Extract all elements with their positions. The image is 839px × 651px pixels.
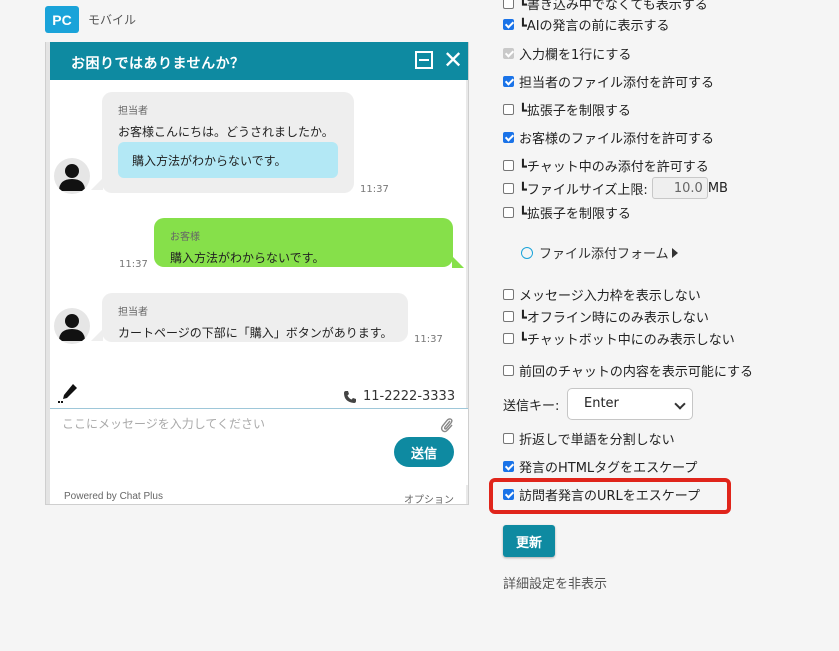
setting-label: ┗AIの発言の前に表示する: [519, 18, 670, 34]
setting-operator-ext-limit[interactable]: ┗拡張子を制限する: [503, 99, 631, 119]
setting-escape-html[interactable]: 発言のHTMLタグをエスケープ: [503, 456, 697, 476]
chat-widget-preview: お困りではありませんか？ ✕ 担当者 お客様こんにちは。どうされましたか。 購入…: [45, 42, 469, 505]
option-link[interactable]: オプション: [404, 491, 454, 504]
file-attach-form-link[interactable]: ファイル添付フォーム: [521, 243, 678, 262]
person-icon: [59, 314, 85, 341]
checkbox[interactable]: [503, 364, 514, 376]
file-size-unit: MB: [707, 180, 728, 196]
message-text: お客様こんにちは。どうされましたか。: [118, 125, 334, 139]
close-icon[interactable]: ✕: [442, 47, 464, 73]
bubble-tail: [452, 256, 464, 268]
checkbox[interactable]: [503, 0, 514, 9]
setting-show-previous-chat[interactable]: 前回のチャットの内容を表示可能にする: [503, 360, 753, 380]
operator-avatar: [54, 158, 90, 194]
send-key-select[interactable]: Enter: [567, 388, 693, 420]
setting-label: 前回のチャットの内容を表示可能にする: [519, 364, 754, 380]
setting-attach-during-chat[interactable]: ┗チャット中のみ添付を許可する: [503, 155, 709, 175]
tab-pc[interactable]: PC: [45, 6, 79, 33]
setting-label: ┗拡張子を制限する: [519, 103, 631, 119]
widget-header: お困りではありませんか？ ✕: [50, 42, 468, 80]
checkbox[interactable]: [503, 182, 514, 194]
send-key-label: 送信キー:: [503, 398, 560, 414]
setting-label: ┗オフライン時にのみ表示しない: [519, 310, 709, 326]
operator-message: 担当者 お客様こんにちは。どうされましたか。 購入方法がわからないです。: [102, 92, 354, 193]
setting-customer-ext-limit[interactable]: ┗拡張子を制限する: [503, 202, 631, 222]
setting-label: 発言のHTMLタグをエスケープ: [519, 460, 698, 476]
message-time: 11:37: [119, 259, 148, 270]
customer-message: お客様 購入方法がわからないです。: [154, 218, 453, 267]
message-sender: 担当者: [118, 106, 148, 117]
message-time: 11:37: [360, 184, 389, 195]
setting-label: 担当者のファイル添付を許可する: [519, 75, 715, 91]
setting-single-line-input: 入力欄を1行にする: [503, 43, 631, 63]
message-text: カートページの下部に「購入」ボタンがあります。: [118, 326, 393, 340]
setting-hide-chatbot[interactable]: ┗チャットボット中にのみ表示しない: [503, 328, 735, 348]
setting-hide-offline[interactable]: ┗オフライン時にのみ表示しない: [503, 306, 709, 326]
phone-number-text: 11-2222-3333: [363, 389, 456, 404]
checkbox[interactable]: [503, 18, 514, 30]
send-key-value: Enter: [584, 396, 619, 411]
hide-details-link[interactable]: 詳細設定を非表示: [503, 573, 607, 592]
setting-partial-top[interactable]: ┗書き込み中でなくても表示する: [503, 0, 708, 13]
checkbox-disabled: [503, 47, 514, 59]
setting-label: メッセージ入力枠を表示しない: [519, 288, 701, 304]
checkbox[interactable]: [503, 460, 514, 472]
setting-label: 折返しで単語を分割しない: [519, 432, 675, 448]
checkbox[interactable]: [503, 332, 514, 344]
message-time: 11:37: [414, 334, 443, 345]
message-sender: 担当者: [118, 307, 148, 318]
message-text: 購入方法がわからないです。: [170, 251, 325, 265]
setting-operator-attach[interactable]: 担当者のファイル添付を許可する: [503, 71, 714, 91]
message-input[interactable]: ここにメッセージを入力してください: [62, 415, 265, 432]
operator-message: 担当者 カートページの下部に「購入」ボタンがあります。: [102, 293, 408, 342]
checkbox[interactable]: [503, 103, 514, 115]
file-size-input[interactable]: 10.0: [651, 177, 708, 199]
checkbox[interactable]: [503, 206, 514, 218]
setting-hide-input[interactable]: メッセージ入力枠を表示しない: [503, 284, 701, 304]
setting-label: ┗チャット中のみ添付を許可する: [519, 159, 709, 175]
setting-no-word-break[interactable]: 折返しで単語を分割しない: [503, 428, 675, 448]
chevron-down-icon: [674, 398, 686, 410]
quick-reply-button[interactable]: 購入方法がわからないです。: [118, 142, 338, 178]
circle-icon: [521, 246, 533, 259]
checkbox[interactable]: [503, 159, 514, 171]
tab-mobile[interactable]: モバイル: [88, 11, 136, 28]
message-input-area[interactable]: ここにメッセージを入力してください 送信: [50, 408, 468, 485]
minimize-icon[interactable]: [415, 51, 433, 69]
phone-number: 11-2222-3333: [343, 389, 455, 404]
person-icon: [59, 164, 85, 191]
setting-label: ┗ファイルサイズ上限:: [519, 182, 648, 198]
powered-by[interactable]: Powered by Chat Plus: [64, 491, 163, 502]
operator-avatar: [54, 308, 90, 344]
checkbox[interactable]: [503, 432, 514, 444]
highlight-box: [489, 478, 731, 514]
paperclip-icon[interactable]: [440, 417, 454, 437]
setting-ai-display[interactable]: ┗AIの発言の前に表示する: [503, 14, 670, 34]
checkbox[interactable]: [503, 288, 514, 300]
setting-file-size-limit[interactable]: ┗ファイルサイズ上限: 10.0 MB: [503, 177, 728, 199]
triangle-right-icon: [671, 247, 678, 258]
setting-label: ┗チャットボット中にのみ表示しない: [519, 332, 735, 348]
setting-label: お客様のファイル添付を許可する: [519, 131, 715, 147]
message-sender: お客様: [170, 232, 200, 243]
send-button[interactable]: 送信: [394, 437, 454, 467]
setting-label: ┗拡張子を制限する: [519, 206, 631, 222]
checkbox[interactable]: [503, 131, 514, 143]
setting-label: ┗書き込み中でなくても表示する: [519, 0, 708, 13]
checkbox[interactable]: [503, 310, 514, 322]
phone-icon: [344, 390, 356, 403]
pen-icon: [58, 382, 80, 408]
widget-title: お困りではありませんか？: [71, 56, 245, 72]
setting-customer-attach[interactable]: お客様のファイル添付を許可する: [503, 127, 714, 147]
update-button[interactable]: 更新: [503, 525, 555, 557]
file-attach-form-label: ファイル添付フォーム: [539, 247, 669, 262]
checkbox[interactable]: [503, 75, 514, 87]
setting-label: 入力欄を1行にする: [519, 47, 632, 63]
